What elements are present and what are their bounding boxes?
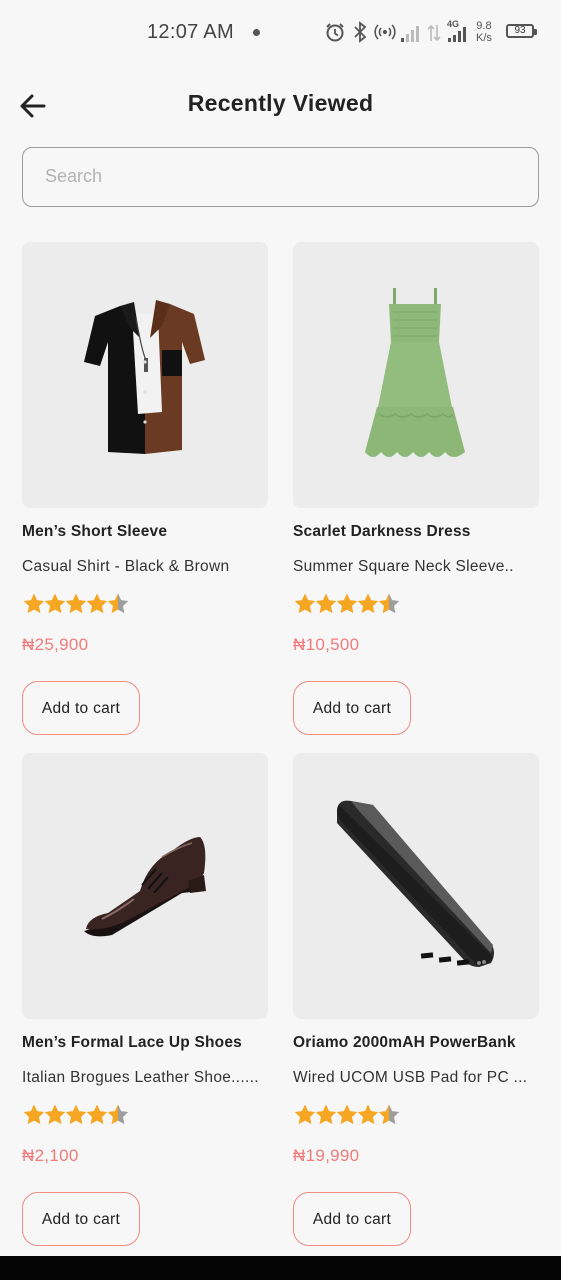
star-rating — [293, 1103, 413, 1127]
data-transfer-icon — [427, 24, 441, 42]
network-speed: 9.8 K/s — [476, 20, 492, 44]
add-to-cart-button[interactable]: Add to cart — [293, 1192, 411, 1246]
battery-icon: 93 — [506, 24, 537, 38]
product-card[interactable]: Men’s Short Sleeve Casual Shirt - Black … — [22, 242, 268, 742]
star-rating — [22, 1103, 142, 1127]
search-box[interactable] — [22, 147, 539, 207]
product-name[interactable]: Oriamo 2000mAH PowerBank — [293, 1034, 539, 1052]
product-price: ₦19,990 — [293, 1146, 360, 1165]
product-price: ₦10,500 — [293, 635, 360, 654]
search-input[interactable] — [45, 166, 515, 187]
status-icons: 4G 9.8 K/s 93 — [324, 18, 544, 48]
signal-weak-icon — [401, 26, 419, 42]
product-subtitle: Casual Shirt - Black & Brown — [22, 558, 230, 575]
product-image[interactable] — [22, 242, 268, 508]
product-image[interactable] — [293, 242, 539, 508]
status-bar: 12:07 AM 4G 9.8 K/s 93 — [0, 0, 561, 64]
alarm-icon — [326, 23, 344, 42]
star-icon — [378, 1104, 400, 1125]
shirt-image — [84, 300, 205, 454]
product-image[interactable] — [22, 753, 268, 1019]
product-card[interactable]: Oriamo 2000mAH PowerBank Wired UCOM USB … — [293, 753, 539, 1253]
product-subtitle: Italian Brogues Leather Shoe...... — [22, 1069, 259, 1086]
product-subtitle: Wired UCOM USB Pad for PC ... — [293, 1069, 528, 1086]
product-card[interactable]: Scarlet Darkness Dress Summer Square Nec… — [293, 242, 539, 742]
product-name[interactable]: Scarlet Darkness Dress — [293, 523, 539, 541]
star-icon — [107, 593, 129, 614]
product-price: ₦25,900 — [22, 635, 89, 654]
powerbank-image — [337, 800, 494, 967]
hotspot-icon — [374, 24, 396, 40]
notification-dot-icon — [253, 29, 260, 36]
product-price: ₦2,100 — [22, 1146, 79, 1165]
product-subtitle: Summer Square Neck Sleeve.. — [293, 558, 514, 575]
page-title: Recently Viewed — [187, 90, 374, 116]
add-to-cart-button[interactable]: Add to cart — [22, 681, 140, 735]
signal-strong-icon — [448, 27, 466, 42]
product-card[interactable]: Men’s Formal Lace Up Shoes Italian Brogu… — [22, 753, 268, 1253]
system-navigation-bar — [0, 1256, 561, 1280]
dress-image — [365, 288, 465, 457]
star-icon — [107, 1104, 129, 1125]
shoe-image — [84, 837, 206, 937]
status-time: 12:07 AM — [147, 21, 234, 43]
bluetooth-icon — [354, 21, 367, 43]
product-name[interactable]: Men’s Short Sleeve — [22, 523, 268, 541]
star-rating — [293, 592, 413, 616]
product-image[interactable] — [293, 753, 539, 1019]
add-to-cart-button[interactable]: Add to cart — [22, 1192, 140, 1246]
product-name[interactable]: Men’s Formal Lace Up Shoes — [22, 1034, 268, 1052]
star-icon — [378, 593, 400, 614]
add-to-cart-button[interactable]: Add to cart — [293, 681, 411, 735]
star-rating — [22, 592, 142, 616]
